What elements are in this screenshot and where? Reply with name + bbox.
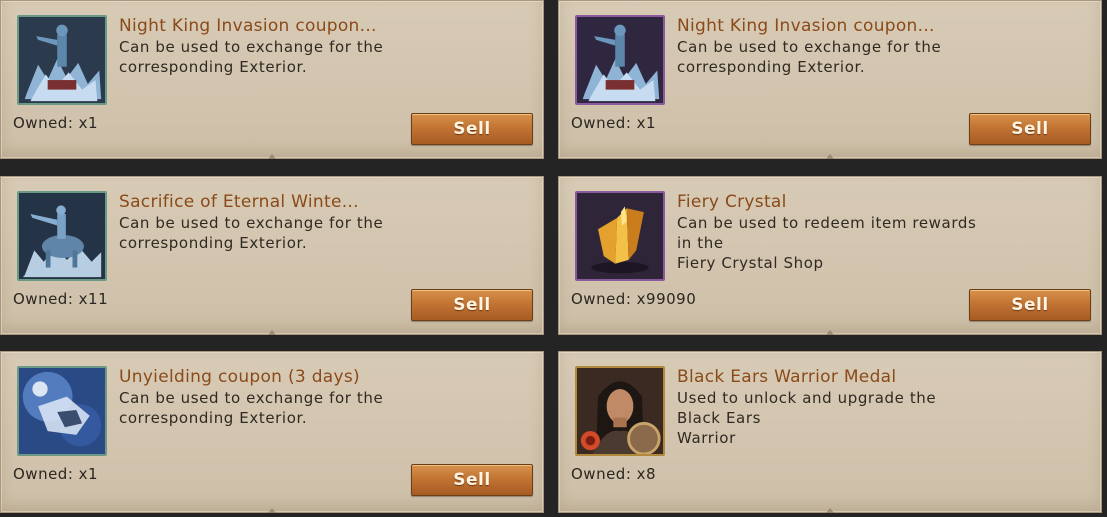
item-card-unyielding[interactable]: Unyielding coupon (3 days) Can be used t… [0,351,544,513]
item-description: Can be used to exchange for the correspo… [119,388,419,428]
owned-count: Owned: x1 [571,114,657,132]
item-card-night-king-2[interactable]: Night King Invasion coupon... Can be use… [558,0,1102,159]
night-king-statue-icon [17,15,107,105]
item-description: Used to unlock and upgrade the Black Ear… [677,388,977,448]
fiery-crystal-icon [575,191,665,281]
owned-count: Owned: x99090 [571,290,697,308]
sell-button[interactable]: Sell [411,113,533,145]
frost-rider-icon [17,366,107,456]
item-title: Black Ears Warrior Medal [677,367,897,387]
sell-button[interactable]: Sell [411,289,533,321]
horse-rider-statue-icon [17,191,107,281]
item-description: Can be used to exchange for the correspo… [677,37,977,77]
item-card-black-ears-medal[interactable]: Black Ears Warrior Medal Used to unlock … [558,351,1102,513]
item-title: Night King Invasion coupon... [119,16,377,36]
description-line: Can be used to exchange for the [119,214,384,232]
item-title: Night King Invasion coupon... [677,16,935,36]
owned-count: Owned: x1 [13,465,99,483]
sell-button[interactable]: Sell [969,113,1091,145]
item-card-night-king-1[interactable]: Night King Invasion coupon... Can be use… [0,0,544,159]
description-line: corresponding Exterior. [119,58,308,76]
item-title: Sacrifice of Eternal Winte... [119,192,359,212]
owned-count: Owned: x1 [13,114,99,132]
item-card-sacrifice[interactable]: Sacrifice of Eternal Winte... Can be use… [0,176,544,335]
warrior-portrait-icon [575,366,665,456]
sell-button[interactable]: Sell [411,464,533,496]
description-line: Can be used to exchange for the [119,38,384,56]
item-description: Can be used to exchange for the correspo… [119,213,419,253]
item-card-fiery-crystal[interactable]: Fiery Crystal Can be used to redeem item… [558,176,1102,335]
description-line: Fiery Crystal Shop [677,254,824,272]
description-line: Used to unlock and upgrade the Black Ear… [677,389,937,427]
description-line: corresponding Exterior. [677,58,866,76]
item-description: Can be used to exchange for the correspo… [119,37,419,77]
description-line: corresponding Exterior. [119,409,308,427]
item-description: Can be used to redeem item rewards in th… [677,213,977,273]
description-line: Can be used to exchange for the [677,38,942,56]
description-line: corresponding Exterior. [119,234,308,252]
owned-count: Owned: x11 [13,290,109,308]
night-king-statue-icon [575,15,665,105]
description-line: Warrior [677,429,736,447]
description-line: Can be used to redeem item rewards in th… [677,214,977,252]
description-line: Can be used to exchange for the [119,389,384,407]
sell-button[interactable]: Sell [969,289,1091,321]
owned-count: Owned: x8 [571,465,657,483]
item-title: Fiery Crystal [677,192,787,212]
item-title: Unyielding coupon (3 days) [119,367,360,387]
